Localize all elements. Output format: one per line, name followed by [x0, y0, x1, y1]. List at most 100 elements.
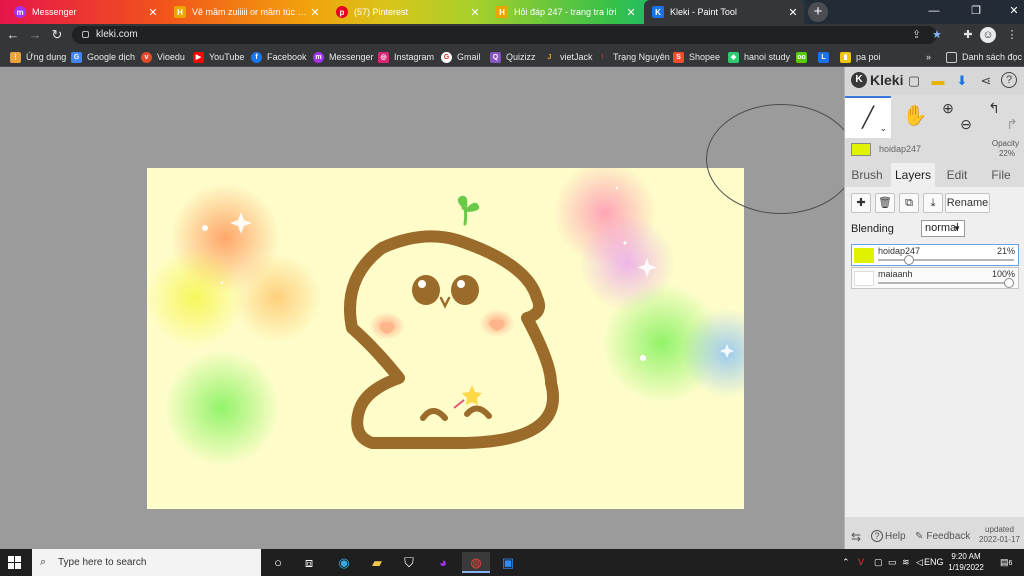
download-icon[interactable]: ⬇: [953, 72, 971, 90]
new-image-icon[interactable]: ▢: [905, 72, 923, 90]
bookmark-vioedu[interactable]: v Vioedu: [141, 50, 185, 64]
bookmark-label: Messenger: [329, 52, 374, 62]
rename-layer-button[interactable]: Rename: [945, 193, 990, 213]
taskbar-search[interactable]: ⌕ Type here to search: [32, 549, 261, 576]
swap-icon[interactable]: ⇆: [851, 529, 861, 545]
opacity-value[interactable]: 22%: [999, 149, 1015, 158]
file-explorer-icon[interactable]: ▰: [366, 552, 388, 573]
tab-title: Messenger: [32, 7, 77, 17]
duplicate-layer-button[interactable]: ⧉: [899, 193, 919, 213]
wifi-icon[interactable]: ≋: [902, 555, 910, 569]
slider-handle[interactable]: [904, 255, 915, 265]
windows-taskbar: ⌕ Type here to search ○ ⧈ ◉ ▰ ⛉ ◕ ◍ ▣ ⌃ …: [0, 549, 1024, 576]
slider-handle[interactable]: [1004, 278, 1014, 288]
edge-icon[interactable]: ◉: [333, 552, 355, 573]
new-tab-button[interactable]: +: [808, 2, 828, 22]
layer-row[interactable]: hoidap247 21%: [851, 244, 1019, 266]
tab-edit[interactable]: Edit: [937, 163, 977, 187]
open-folder-icon[interactable]: ▬: [929, 72, 947, 90]
zoom-in-button[interactable]: ⊕: [939, 96, 957, 138]
close-tab-icon[interactable]: ✕: [468, 6, 482, 19]
menu-icon[interactable]: ⋮: [1004, 27, 1020, 43]
help-button[interactable]: ? Help: [871, 529, 906, 545]
bookmark-google-dich[interactable]: G Google dịch: [71, 50, 135, 64]
reading-list-button[interactable]: Danh sách đọc: [946, 50, 1022, 64]
bookmark-youtube[interactable]: ▶ YouTube: [193, 50, 244, 64]
undo-button[interactable]: ↰: [985, 96, 1003, 138]
store-icon[interactable]: ⛉: [398, 552, 420, 573]
bookmark-messenger[interactable]: m Messenger: [313, 50, 374, 64]
close-tab-icon[interactable]: ✕: [786, 6, 800, 19]
tab-hoidap[interactable]: H Hỏi đáp 247 - trang tra lời ✕: [488, 0, 642, 24]
tab-ve-mam[interactable]: H Vẽ mầm zuiiiii or mầm túc mừn… ✕: [166, 0, 326, 24]
close-window-button[interactable]: ✕: [996, 0, 1024, 24]
close-tab-icon[interactable]: ✕: [624, 6, 638, 19]
bookmark-shopee[interactable]: S Shopee: [673, 50, 720, 64]
volume-icon[interactable]: ◁: [916, 555, 923, 569]
hanoistudy-icon: ◆: [728, 51, 739, 63]
feedback-button[interactable]: ✎ Feedback: [915, 529, 970, 545]
tray-app-icon[interactable]: ▢: [874, 555, 883, 569]
bookmark-quizizz[interactable]: Q Quizizz: [490, 50, 536, 64]
zoom-out-button[interactable]: ⊖: [957, 96, 975, 138]
extensions-icon[interactable]: ✚: [960, 27, 976, 43]
layer-row[interactable]: maiaanh 100%: [851, 267, 1019, 289]
bookmark-hanoi-study[interactable]: ◆ hanoi study: [728, 50, 790, 64]
redo-button[interactable]: ↱: [1003, 96, 1021, 138]
share-icon[interactable]: ⇪: [912, 28, 921, 42]
tab-layers[interactable]: Layers: [891, 163, 935, 187]
bookmark-star-icon[interactable]: ★: [932, 28, 942, 42]
bookmark-trang-nguyen[interactable]: ! Trạng Nguyên: [597, 50, 669, 64]
show-hidden-icons[interactable]: ⌃: [842, 555, 850, 569]
address-bar[interactable]: kleki.com ⇪ ★: [72, 26, 942, 44]
cortana-icon[interactable]: ○: [267, 552, 289, 573]
bookmark-gmail[interactable]: G Gmail: [441, 50, 481, 64]
bookmark-pa-poi[interactable]: ▮ pa poi: [840, 50, 881, 64]
help-icon[interactable]: ?: [1001, 72, 1017, 88]
back-button[interactable]: ←: [4, 26, 22, 44]
share-icon[interactable]: ⋖: [977, 72, 995, 90]
bookmark-instagram[interactable]: ◎ Instagram: [378, 50, 434, 64]
brush-tool-button[interactable]: ╱ ⌄: [845, 96, 891, 138]
notification-icon[interactable]: ▤6: [1000, 555, 1012, 571]
bookmark-vietjack[interactable]: JvietJack: [544, 50, 593, 64]
merge-layer-button[interactable]: ⤓: [923, 193, 943, 213]
tab-pinterest[interactable]: p (57) Pinterest ✕: [328, 0, 486, 24]
kleki-workspace[interactable]: [0, 67, 844, 549]
profile-avatar[interactable]: ☺: [980, 27, 996, 43]
chrome-icon[interactable]: ◍: [462, 552, 490, 573]
drawing-canvas[interactable]: [147, 168, 744, 509]
bookmark-duolingo[interactable]: oo: [796, 50, 812, 64]
hand-tool-button[interactable]: ✋: [895, 96, 935, 138]
more-bookmarks-button[interactable]: »: [926, 50, 931, 64]
taskbar-clock[interactable]: 9:20 AM 1/19/2022: [940, 551, 992, 573]
bookmark-facebook[interactable]: f Facebook: [251, 50, 307, 64]
layer-opacity-slider[interactable]: [878, 255, 1014, 265]
task-view-icon[interactable]: ⧈: [298, 552, 320, 573]
tab-kleki[interactable]: K Kleki - Paint Tool ✕: [644, 0, 804, 24]
bookmark-apps[interactable]: ⋮ Ứng dụng: [10, 50, 66, 64]
close-tab-icon[interactable]: ✕: [146, 6, 160, 19]
tab-brush[interactable]: Brush: [845, 163, 889, 187]
messenger-app-icon[interactable]: ◕: [432, 552, 454, 573]
bookmark-l[interactable]: L: [818, 50, 834, 64]
primary-color-swatch[interactable]: [851, 143, 871, 156]
panel-tabs: Brush Layers Edit File: [845, 163, 1024, 187]
minimize-button[interactable]: —: [916, 0, 952, 24]
battery-icon[interactable]: ▭: [888, 555, 897, 569]
zoom-icon[interactable]: ▣: [497, 552, 519, 573]
kleki-logo[interactable]: K Kleki: [851, 72, 903, 88]
windows-start-icon[interactable]: [8, 556, 21, 569]
tab-file[interactable]: File: [979, 163, 1023, 187]
close-tab-icon[interactable]: ✕: [308, 6, 322, 19]
vivaldi-tray-icon[interactable]: V: [858, 555, 864, 569]
tab-messenger[interactable]: m Messenger ✕: [6, 0, 164, 24]
layer-opacity-slider[interactable]: [878, 278, 1014, 288]
restore-button[interactable]: ❐: [958, 0, 994, 24]
blending-select[interactable]: normal ▼: [921, 220, 965, 237]
delete-layer-button[interactable]: 🗑: [875, 193, 895, 213]
reload-button[interactable]: ↻: [48, 26, 66, 44]
hand-icon: ✋: [902, 105, 928, 127]
forward-button[interactable]: →: [26, 26, 44, 44]
add-layer-button[interactable]: ✚: [851, 193, 871, 213]
